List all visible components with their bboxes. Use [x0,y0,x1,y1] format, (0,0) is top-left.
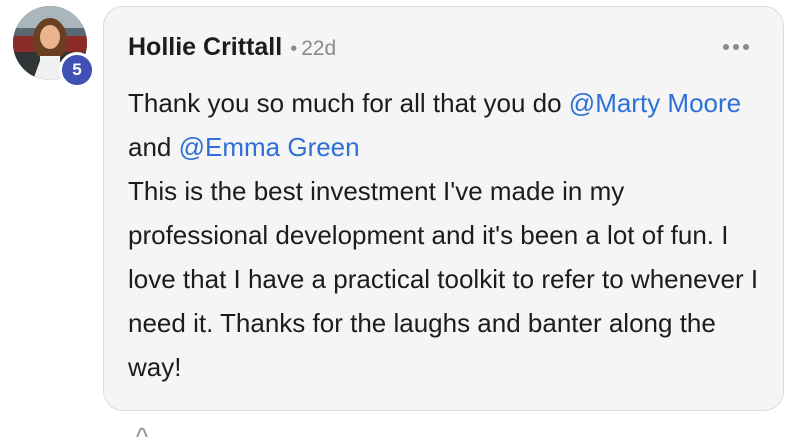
post-comment-view: 5 Hollie Crittall • 22d Thank you so muc… [0,0,800,437]
mention-link[interactable]: @Emma Green [179,132,360,162]
mention-link[interactable]: @Marty Moore [569,88,741,118]
more-options-button[interactable] [723,44,749,50]
comment-text-and: and [128,132,179,162]
more-horizontal-icon [723,44,729,50]
comment-body: Thank you so much for all that you do @M… [128,81,768,389]
like-icon[interactable] [130,426,154,437]
more-horizontal-icon-dot [743,44,749,50]
more-horizontal-icon-dot [733,44,739,50]
author-name[interactable]: Hollie Crittall [128,33,282,62]
comment-paragraph-1: Thank you so much for all that you do @M… [128,81,768,169]
separator-dot: • [290,38,298,60]
comment-header: Hollie Crittall • 22d [128,33,336,62]
comment-text-intro: Thank you so much for all that you do [128,88,569,118]
author-avatar-wrap[interactable]: 5 [13,6,95,88]
comment-paragraph-2: This is the best investment I've made in… [128,176,759,382]
level-badge: 5 [59,52,95,88]
timestamp[interactable]: 22d [301,37,336,61]
comment-card: Hollie Crittall • 22d Thank you so much … [103,6,784,411]
